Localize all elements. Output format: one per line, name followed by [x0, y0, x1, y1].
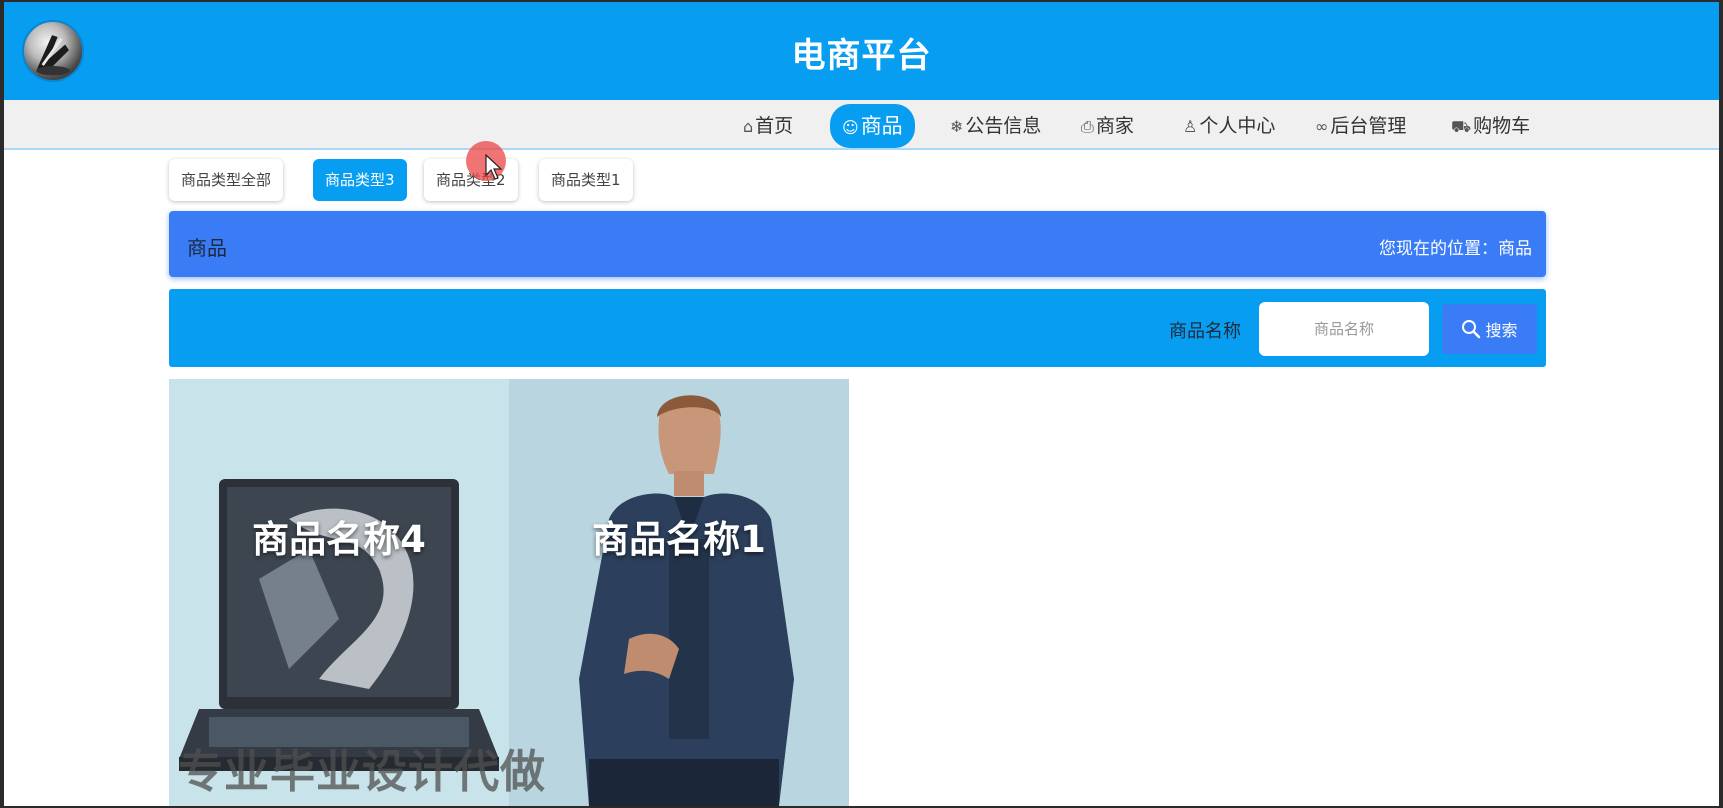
search-bar: 商品名称 搜索 — [169, 289, 1546, 367]
search-input[interactable] — [1259, 302, 1429, 356]
jacket-model-image — [509, 379, 849, 806]
printer-icon: ⎙ — [1081, 117, 1094, 136]
nav-item-label: 公告信息 — [965, 115, 1042, 137]
nav-item-label: 商品 — [860, 114, 903, 138]
category-tab-type1[interactable]: 商品类型1 — [539, 159, 633, 201]
product-card[interactable]: 商品名称1 — [509, 379, 849, 806]
search-label: 商品名称 — [1169, 321, 1241, 342]
nav-item-label: 后台管理 — [1330, 115, 1407, 137]
nav-item-cart[interactable]: ⛟ 购物车 — [1445, 108, 1536, 144]
page-title: 商品 — [187, 236, 227, 260]
site-title: 电商平台 — [791, 36, 932, 76]
nav-item-home[interactable]: ⌂ 首页 — [737, 108, 799, 144]
product-name: 商品名称1 — [592, 518, 766, 561]
site-header: 电商平台 — [4, 2, 1719, 100]
search-button-label: 搜索 — [1485, 321, 1518, 340]
nav-item-label: 个人中心 — [1199, 115, 1276, 137]
mouse-pointer-icon — [485, 154, 503, 180]
search-button[interactable]: 搜索 — [1442, 304, 1537, 354]
user-icon: ♙ — [1183, 117, 1198, 136]
nav-item-label: 商家 — [1095, 115, 1134, 137]
nav-item-label: 购物车 — [1473, 115, 1531, 137]
breadcrumb: 商品 您现在的位置：商品 — [169, 211, 1546, 277]
nav-item-profile[interactable]: ♙ 个人中心 — [1177, 108, 1281, 144]
browser-viewport: 电商平台 ⌂ 首页 ☺商品 ❄ 公告信息 ⎙ 商家 ♙ 个人中心 ∞ 后台管理 ⛟ 购物车 … — [4, 2, 1719, 806]
watermark-text: 专业毕业设计代做 — [178, 745, 547, 798]
nav-item-merchants[interactable]: ⎙ 商家 — [1075, 108, 1140, 144]
breadcrumb-location: 您现在的位置：商品 — [1379, 239, 1532, 259]
nav-item-label: 首页 — [755, 115, 794, 137]
snowflake-icon: ❄ — [950, 117, 964, 136]
product-name: 商品名称4 — [252, 518, 426, 561]
link-icon: ∞ — [1315, 117, 1329, 136]
category-tab-type3[interactable]: 商品类型3 — [313, 159, 407, 201]
smile-icon: ☺ — [842, 118, 859, 137]
home-icon: ⌂ — [743, 117, 754, 136]
search-icon — [1462, 320, 1481, 339]
main-nav: ⌂ 首页 ☺商品 ❄ 公告信息 ⎙ 商家 ♙ 个人中心 ∞ 后台管理 ⛟ 购物车 — [4, 100, 1719, 150]
cart-icon: ⛟ — [1451, 117, 1472, 136]
nav-item-products[interactable]: ☺商品 — [830, 104, 915, 148]
category-tab-all[interactable]: 商品类型全部 — [169, 159, 284, 201]
nav-item-admin[interactable]: ∞ 后台管理 — [1309, 108, 1412, 144]
nav-item-announcements[interactable]: ❄ 公告信息 — [944, 108, 1047, 144]
